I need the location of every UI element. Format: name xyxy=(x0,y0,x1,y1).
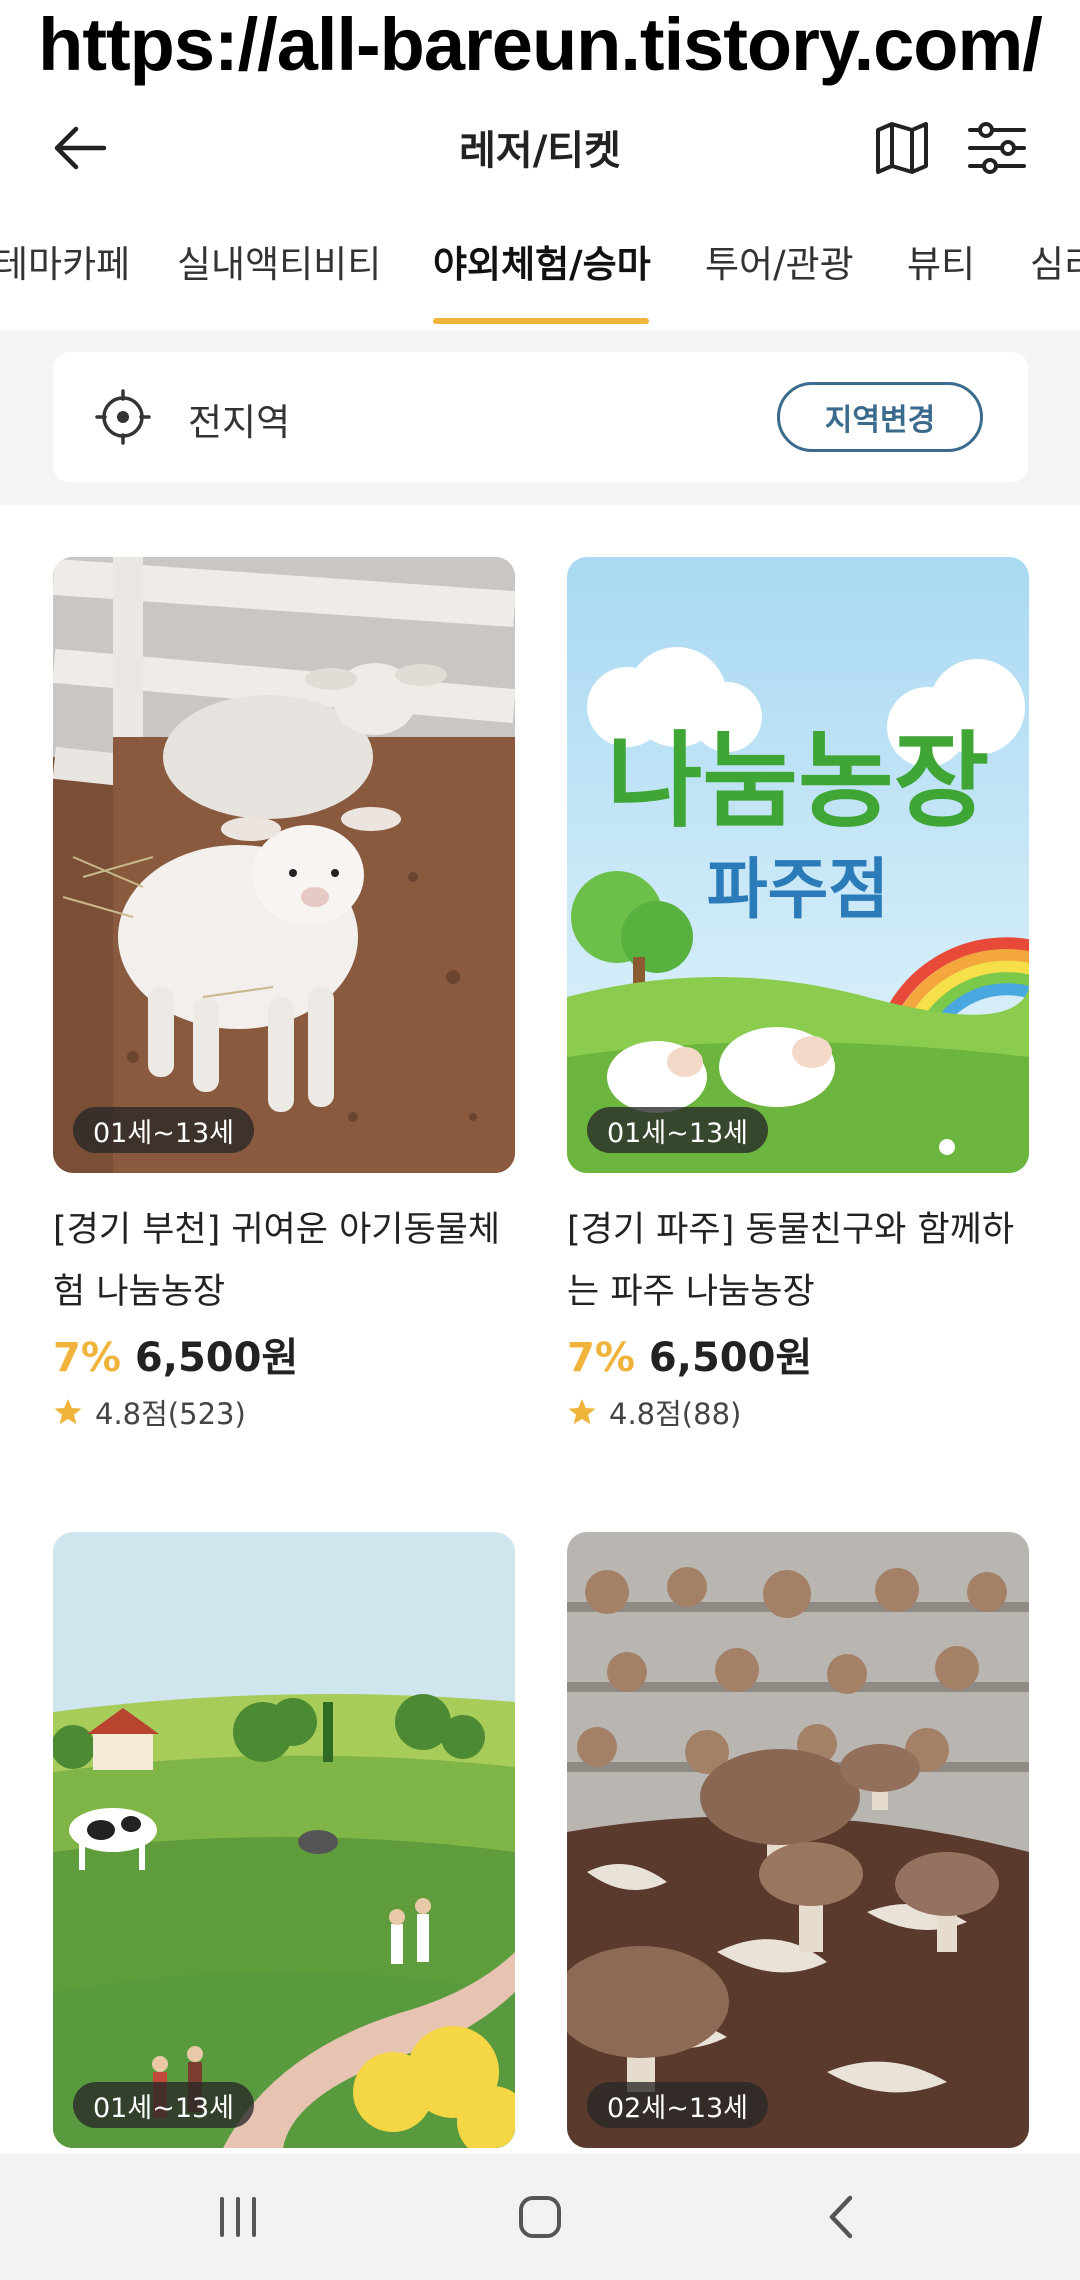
tab-outdoor-riding[interactable]: 야외체험/승마 xyxy=(433,234,651,288)
back-icon xyxy=(829,2195,853,2239)
rating-text: 4.8점(88) xyxy=(609,1397,742,1431)
rating-text: 4.8점(523) xyxy=(95,1397,246,1431)
product-card[interactable]: 01세~13세 [경기 부천] 귀여운 아기동물체험 나눔농장 7% 6,500… xyxy=(53,557,515,1433)
region-label: 전지역 xyxy=(188,401,291,444)
home-button[interactable] xyxy=(495,2184,585,2250)
active-tab-indicator xyxy=(433,318,649,324)
farm-banner: 나눔농장 파주점 xyxy=(567,557,1029,1173)
age-badge: 02세~13세 xyxy=(587,2082,769,2128)
change-region-button[interactable]: 지역변경 xyxy=(777,382,983,452)
product-image[interactable]: 02세~13세 xyxy=(567,1532,1029,2148)
mushroom-photo xyxy=(567,1532,1029,2148)
lambs-photo xyxy=(53,557,515,1173)
banner-title: 나눔농장 xyxy=(607,720,990,842)
price-row: 7% 6,500원 xyxy=(53,1325,515,1385)
product-title[interactable]: [경기 파주] 동물친구와 함께하는 파주 나눔농장 xyxy=(567,1199,1029,1323)
product-card[interactable]: 02세~13세 xyxy=(567,1532,1029,2148)
recent-apps-icon xyxy=(220,2197,256,2237)
tab-indoor-activity[interactable]: 실내액티비티 xyxy=(177,234,381,288)
tab-beauty[interactable]: 뷰티 xyxy=(907,234,975,288)
age-badge: 01세~13세 xyxy=(587,1107,769,1153)
age-badge: 01세~13세 xyxy=(73,1107,255,1153)
banner-subtitle: 파주점 xyxy=(707,851,889,928)
farm-illustration xyxy=(53,1532,515,2148)
product-title[interactable]: [경기 부천] 귀여운 아기동물체험 나눔농장 xyxy=(53,1199,515,1323)
price: 6,500원 xyxy=(648,1335,813,1381)
top-app-bar: 레저/티켓 xyxy=(0,88,1080,208)
product-image[interactable]: 01세~13세 xyxy=(53,557,515,1173)
region-selector: 전지역 지역변경 xyxy=(53,352,1028,482)
star-icon xyxy=(54,1399,82,1425)
tab-psychology[interactable]: 심리 xyxy=(1030,234,1080,288)
product-card[interactable]: 01세~13세 xyxy=(53,1532,515,2148)
filter-button[interactable] xyxy=(966,118,1028,178)
system-navigation-bar xyxy=(0,2154,1080,2280)
price: 6,500원 xyxy=(134,1335,299,1381)
product-image[interactable]: 나눔농장 파주점 01세~13세 xyxy=(567,557,1029,1173)
home-icon xyxy=(519,2196,561,2238)
location-target-icon xyxy=(95,389,151,445)
discount-rate: 7% xyxy=(53,1335,121,1381)
age-badge: 01세~13세 xyxy=(73,2082,255,2128)
map-button[interactable] xyxy=(872,118,932,178)
map-icon xyxy=(876,122,928,174)
tab-theme-cafe[interactable]: 테마카페 xyxy=(0,234,130,288)
tab-tour[interactable]: 투어/관광 xyxy=(705,234,854,288)
nav-back-button[interactable] xyxy=(797,2184,887,2250)
watermark-url: https://all-bareun.tistory.com/ xyxy=(38,2,1043,86)
price-row: 7% 6,500원 xyxy=(567,1325,1029,1385)
rating-row: 4.8점(88) xyxy=(567,1391,1029,1433)
category-tabs: 테마카페 실내액티비티 야외체험/승마 투어/관광 뷰티 심리 xyxy=(0,208,1080,326)
sliders-icon xyxy=(968,122,1026,174)
product-card[interactable]: 나눔농장 파주점 01세~13세 [경기 파주] 동물친구와 함께하는 파주 나… xyxy=(567,557,1029,1433)
star-icon xyxy=(568,1399,596,1425)
recent-apps-button[interactable] xyxy=(193,2184,283,2250)
rating-row: 4.8점(523) xyxy=(53,1391,515,1433)
product-image[interactable]: 01세~13세 xyxy=(53,1532,515,2148)
discount-rate: 7% xyxy=(567,1335,635,1381)
